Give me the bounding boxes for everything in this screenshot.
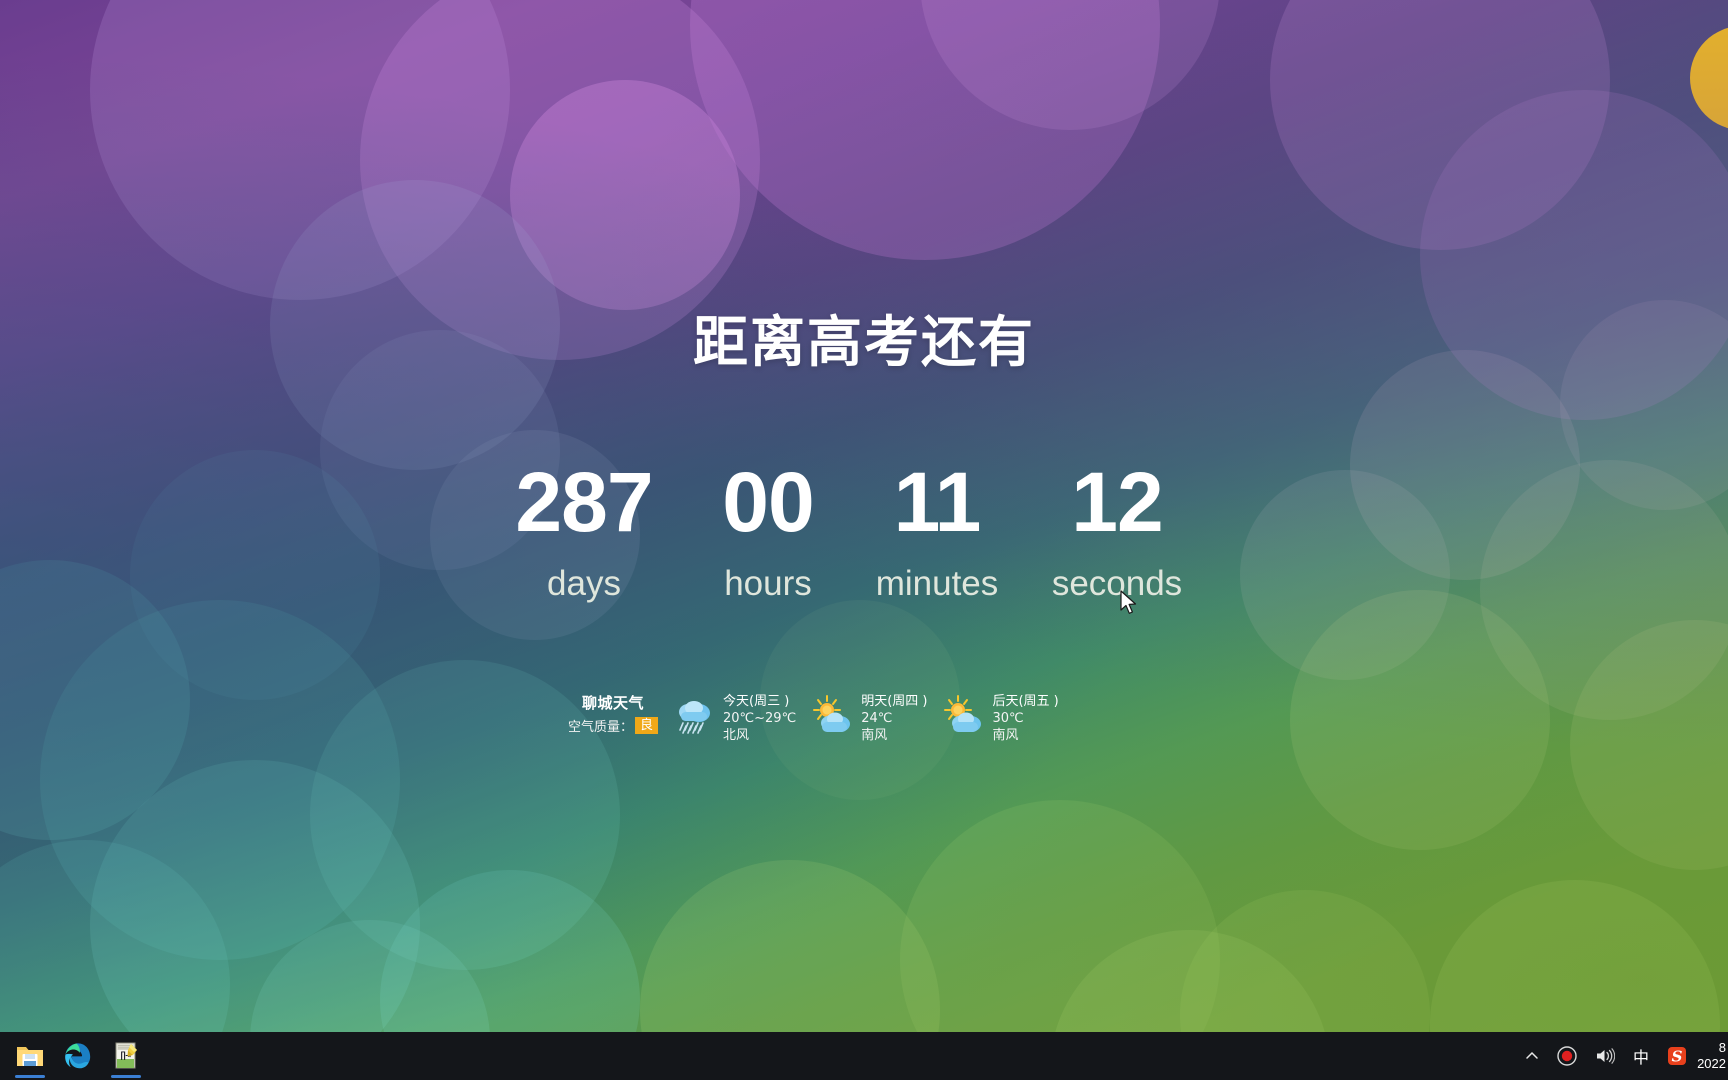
weather-day-day-after[interactable]: 后天(周五 ) 30℃ 南风: [943, 692, 1059, 744]
countdown-minutes-value: 11: [893, 455, 982, 549]
countdown-row: 287 days 00 hours 11 minutes 12 seconds: [484, 460, 1244, 601]
countdown-unit-seconds: 12 seconds: [1022, 460, 1212, 601]
volume-button[interactable]: [1586, 1032, 1624, 1080]
countdown-days-value: 287: [515, 455, 653, 549]
taskbar: ∏ ⇥: [0, 1032, 1728, 1080]
weather-day-today[interactable]: 今天(周三 ) 20℃~29℃ 北风: [674, 692, 796, 744]
page-title: 距离高考还有: [692, 310, 1035, 374]
clock-time: 8: [1718, 1040, 1726, 1055]
countdown-unit-hours: 00 hours: [684, 460, 852, 601]
countdown-minutes-label: minutes: [875, 564, 999, 603]
weather-day-wind: 北风: [723, 728, 750, 743]
sogou-icon: S: [1668, 1047, 1686, 1066]
weather-day-day-after-text: 后天(周五 ) 30℃ 南风: [992, 692, 1058, 744]
weather-day-temp: 24℃: [861, 711, 893, 726]
weather-day-label: 今天(周三 ): [723, 694, 790, 709]
weather-day-today-text: 今天(周三 ) 20℃~29℃ 北风: [723, 692, 796, 744]
desktop-wallpaper[interactable]: 距离高考还有 287 days 00 hours 11 minutes 12 s…: [0, 0, 1728, 1032]
ime-language-button[interactable]: 中: [1624, 1032, 1658, 1080]
speaker-icon: [1596, 1048, 1615, 1064]
taskbar-app-buttons: ∏ ⇥: [0, 1032, 150, 1080]
countdown-unit-days: 287 days: [484, 460, 684, 601]
air-quality-row: 空气质量： 良: [568, 716, 659, 735]
countdown-unit-minutes: 11 minutes: [852, 460, 1022, 601]
countdown-seconds-value: 12: [1071, 455, 1163, 549]
show-hidden-icons-button[interactable]: [1516, 1032, 1548, 1080]
weather-city-name: 聊城天气: [581, 694, 644, 712]
taskbar-item-text-editor[interactable]: ∏ ⇥: [102, 1032, 150, 1080]
taskbar-item-file-explorer[interactable]: [6, 1032, 54, 1080]
taskbar-item-microsoft-edge[interactable]: [54, 1032, 102, 1080]
edge-icon: [65, 1043, 91, 1069]
svg-text:S: S: [1672, 1048, 1683, 1066]
weather-day-label: 明天(周四 ): [861, 694, 928, 709]
weather-city-block: 聊城天气 空气质量： 良: [568, 692, 659, 735]
countdown-hours-label: hours: [724, 564, 812, 603]
weather-day-label: 后天(周五 ): [992, 694, 1059, 709]
weather-day-wind: 南风: [861, 728, 888, 743]
weather-day-tomorrow-text: 明天(周四 ) 24℃ 南风: [861, 692, 927, 744]
taskbar-active-indicator: [111, 1075, 141, 1078]
mouse-cursor: [1120, 590, 1138, 621]
taskbar-active-indicator: [15, 1075, 45, 1078]
air-quality-label: 空气质量：: [568, 720, 634, 735]
countdown-seconds-label: seconds: [1051, 564, 1183, 603]
recording-indicator[interactable]: [1548, 1032, 1586, 1080]
weather-day-wind: 南风: [992, 728, 1019, 743]
countdown-days-label: days: [547, 564, 621, 603]
weather-widget[interactable]: 聊城天气 空气质量： 良 今天(周三) 20℃~29℃ 北风 明天(周四) …: [568, 692, 1059, 744]
folder-icon: [17, 1047, 43, 1066]
notepad-icon: ∏ ⇥: [115, 1042, 137, 1069]
countdown-hours-value: 00: [722, 455, 814, 549]
sun-behind-cloud-icon: [943, 695, 985, 737]
sun-behind-cloud-icon: [812, 695, 854, 737]
taskbar-clock[interactable]: 8 2022: [1696, 1032, 1728, 1080]
clock-date: 2022: [1697, 1056, 1726, 1071]
chevron-up-icon: [1526, 1051, 1538, 1059]
rain-cloud-icon: [674, 695, 716, 737]
countdown-panel: 距离高考还有 287 days 00 hours 11 minutes 12 s…: [0, 0, 1728, 1032]
sogou-input-button[interactable]: S: [1658, 1032, 1696, 1080]
weather-day-temp: 30℃: [992, 711, 1024, 726]
weather-day-tomorrow[interactable]: 明天(周四 ) 24℃ 南风: [812, 692, 927, 744]
record-circle-icon: [1557, 1046, 1577, 1066]
system-tray: 中 S 8 2022: [1516, 1032, 1728, 1080]
weather-day-temp: 20℃~29℃: [723, 711, 797, 726]
air-quality-badge: 良: [635, 717, 659, 734]
